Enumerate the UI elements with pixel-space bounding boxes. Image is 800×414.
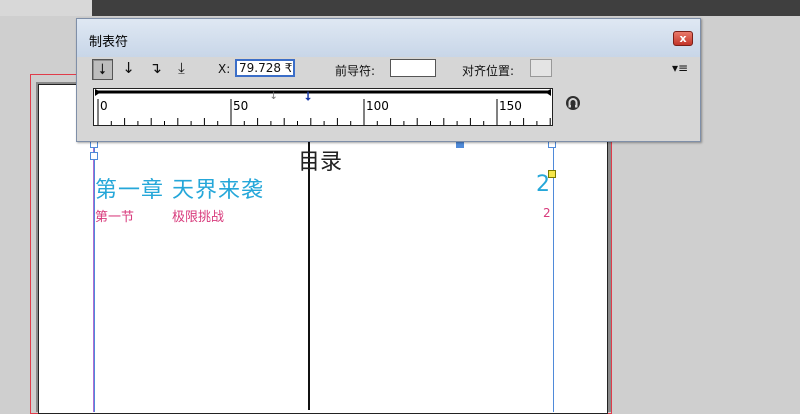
left-indent-marker [95,89,101,96]
chapter-page-number: 2 [536,172,550,197]
tab-stop-ghost-marker: ↓ [270,91,278,102]
ruler-label: 150 [499,99,522,113]
tabs-panel: 制表符 x ⭣ ↓ ↴ ⤓ X: 79.728 ₹ 前导符: 对齐位置: ▾≡ … [76,18,701,142]
frame-handle-left-mid[interactable] [90,152,98,160]
panel-titlebar[interactable] [77,19,700,57]
ruler-graphic: 0 50 100 150 ↓ ⭣ [95,89,551,125]
right-justified-tab-button[interactable]: ↴ [145,59,166,80]
x-position-input[interactable]: 79.728 ₹ [235,59,295,77]
tab-stop-marker: ⭣ [304,89,311,103]
toc-title: 目录 [298,150,343,175]
align-on-label: 对齐位置: [462,64,515,78]
panel-title: 制表符 [89,35,129,50]
tab-ruler[interactable]: 0 50 100 150 ↓ ⭣ [93,88,553,126]
align-on-input [530,59,552,77]
ruler-label: 50 [233,99,248,113]
ruler-label: 100 [366,99,389,113]
ruler-label: 0 [100,99,108,113]
leader-input[interactable] [390,59,436,77]
app-top-bar-left [0,0,92,16]
magnet-icon[interactable] [565,95,581,111]
panel-menu-icon[interactable]: ▾≡ [672,61,688,75]
close-button[interactable]: x [673,31,693,46]
x-label: X: [218,62,231,76]
left-justified-tab-button[interactable]: ⭣ [92,59,113,80]
right-indent-marker [545,89,551,96]
leader-label: 前导符: [335,64,376,78]
section-page-number: 2 [543,206,551,220]
center-justified-tab-button[interactable]: ↓ [118,59,139,80]
section-title: 极限挑战 [172,210,225,225]
section-label: 第一节 [95,210,135,225]
chapter-heading: 第一章 天界来袭 [95,178,264,203]
decimal-tab-button[interactable]: ⤓ [171,59,192,80]
app-top-bar [0,0,800,16]
